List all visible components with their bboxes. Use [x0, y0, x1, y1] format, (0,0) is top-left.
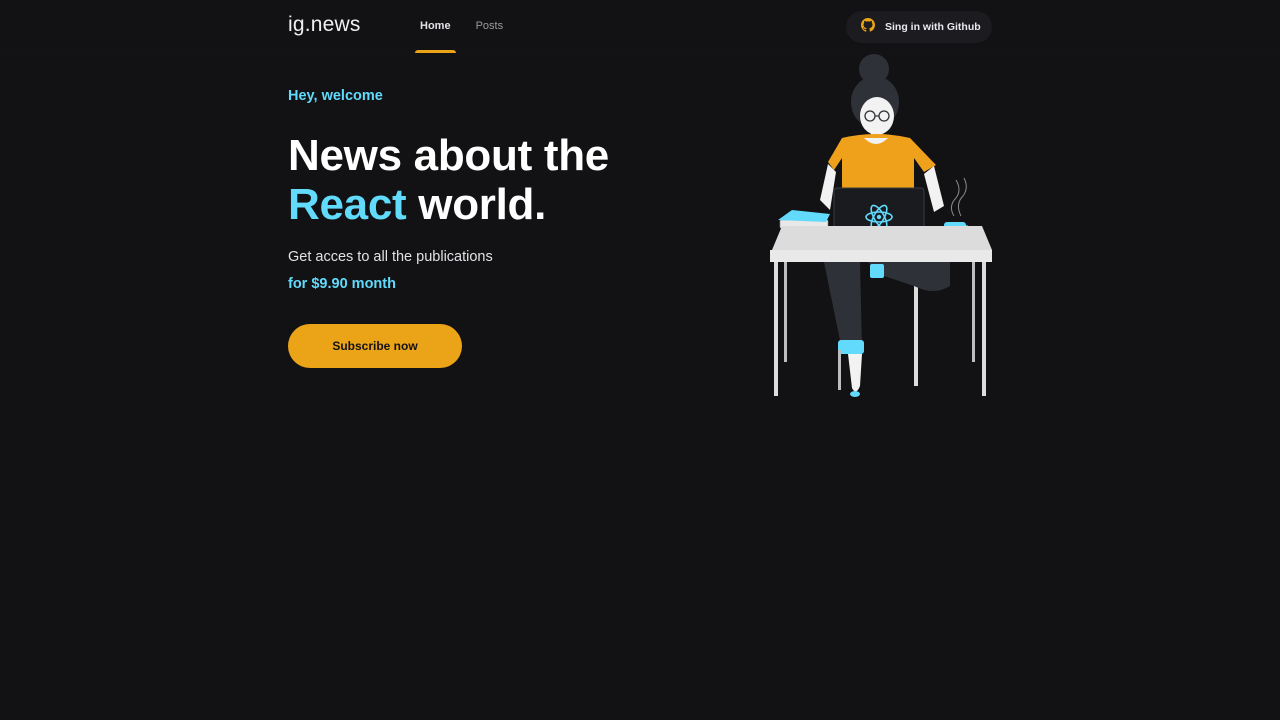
nav-link-posts[interactable]: Posts — [471, 0, 509, 53]
headline-line1: News about the — [288, 131, 609, 180]
headline-accent: React — [288, 180, 407, 229]
subtitle: Get acces to all the publications — [288, 249, 493, 265]
headline: News about the React world. — [288, 131, 708, 229]
price-text: for $9.90 month — [288, 276, 396, 292]
subscribe-button[interactable]: Subscribe now — [288, 324, 462, 368]
avatar-illustration — [764, 50, 996, 402]
main-nav: Home Posts — [415, 0, 523, 53]
signin-github-button[interactable]: Sing in with Github — [846, 11, 992, 43]
headline-rest: world. — [406, 180, 547, 229]
site-header: ig.news Home Posts Sing in with Github — [0, 0, 1280, 53]
welcome-text: Hey, welcome — [288, 88, 383, 104]
nav-link-home[interactable]: Home — [415, 0, 456, 53]
logo[interactable]: ig.news — [288, 13, 361, 37]
signin-label: Sing in with Github — [885, 21, 981, 33]
github-icon — [861, 17, 875, 37]
